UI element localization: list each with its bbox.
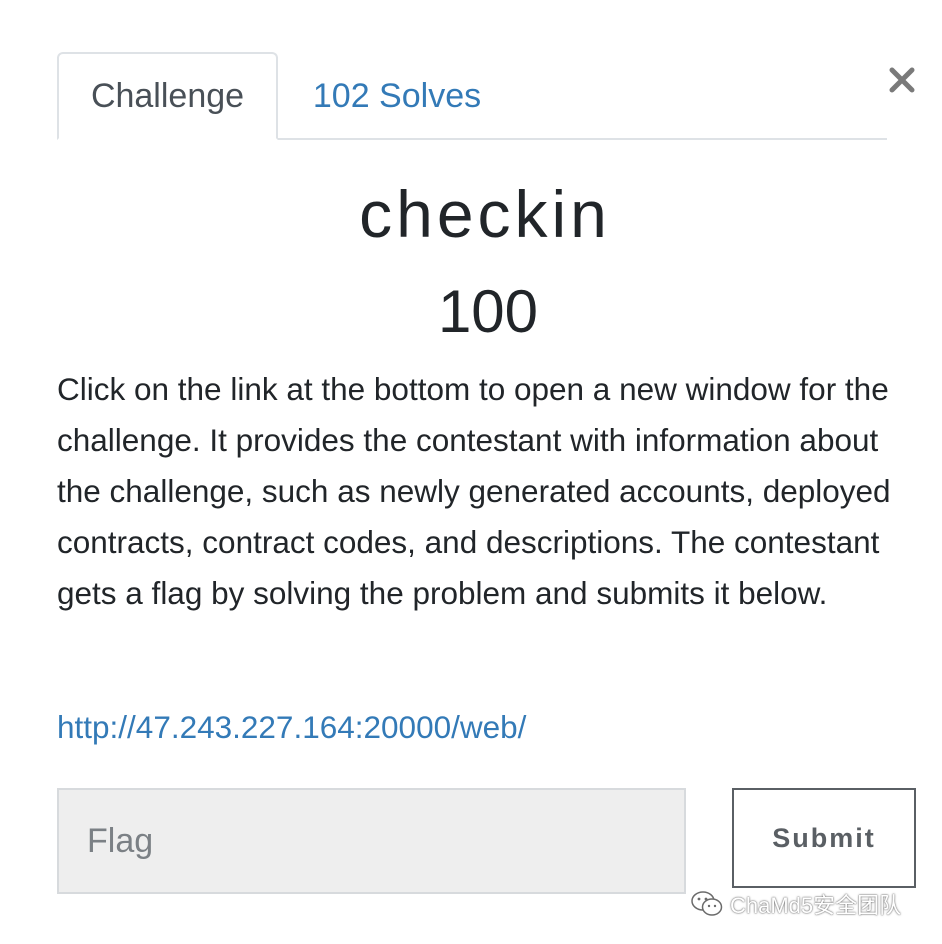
close-button[interactable] (882, 58, 922, 102)
tab-solves[interactable]: 102 Solves (297, 52, 497, 140)
tab-challenge-label: Challenge (90, 76, 245, 115)
flag-input[interactable] (57, 788, 686, 894)
tab-solves-label: 102 Solves (312, 76, 482, 115)
challenge-title: checkin (359, 177, 611, 251)
challenge-description: Click on the link at the bottom to open … (57, 371, 891, 611)
watermark-text: ChaMd5安全团队 (730, 893, 902, 918)
challenge-points: 100 (437, 278, 539, 345)
close-icon (889, 67, 915, 93)
wechat-icon (691, 891, 723, 916)
challenge-link[interactable]: http://47.243.227.164:20000/web/ (57, 704, 526, 750)
watermark: ChaMd5安全团队 (690, 884, 901, 924)
challenge-modal: Challenge 102 Solves checkin 100 Click o… (0, 0, 942, 944)
tab-challenge[interactable]: Challenge (57, 52, 278, 140)
tab-bar: Challenge 102 Solves (57, 52, 887, 140)
submit-button[interactable]: Submit (732, 788, 916, 888)
